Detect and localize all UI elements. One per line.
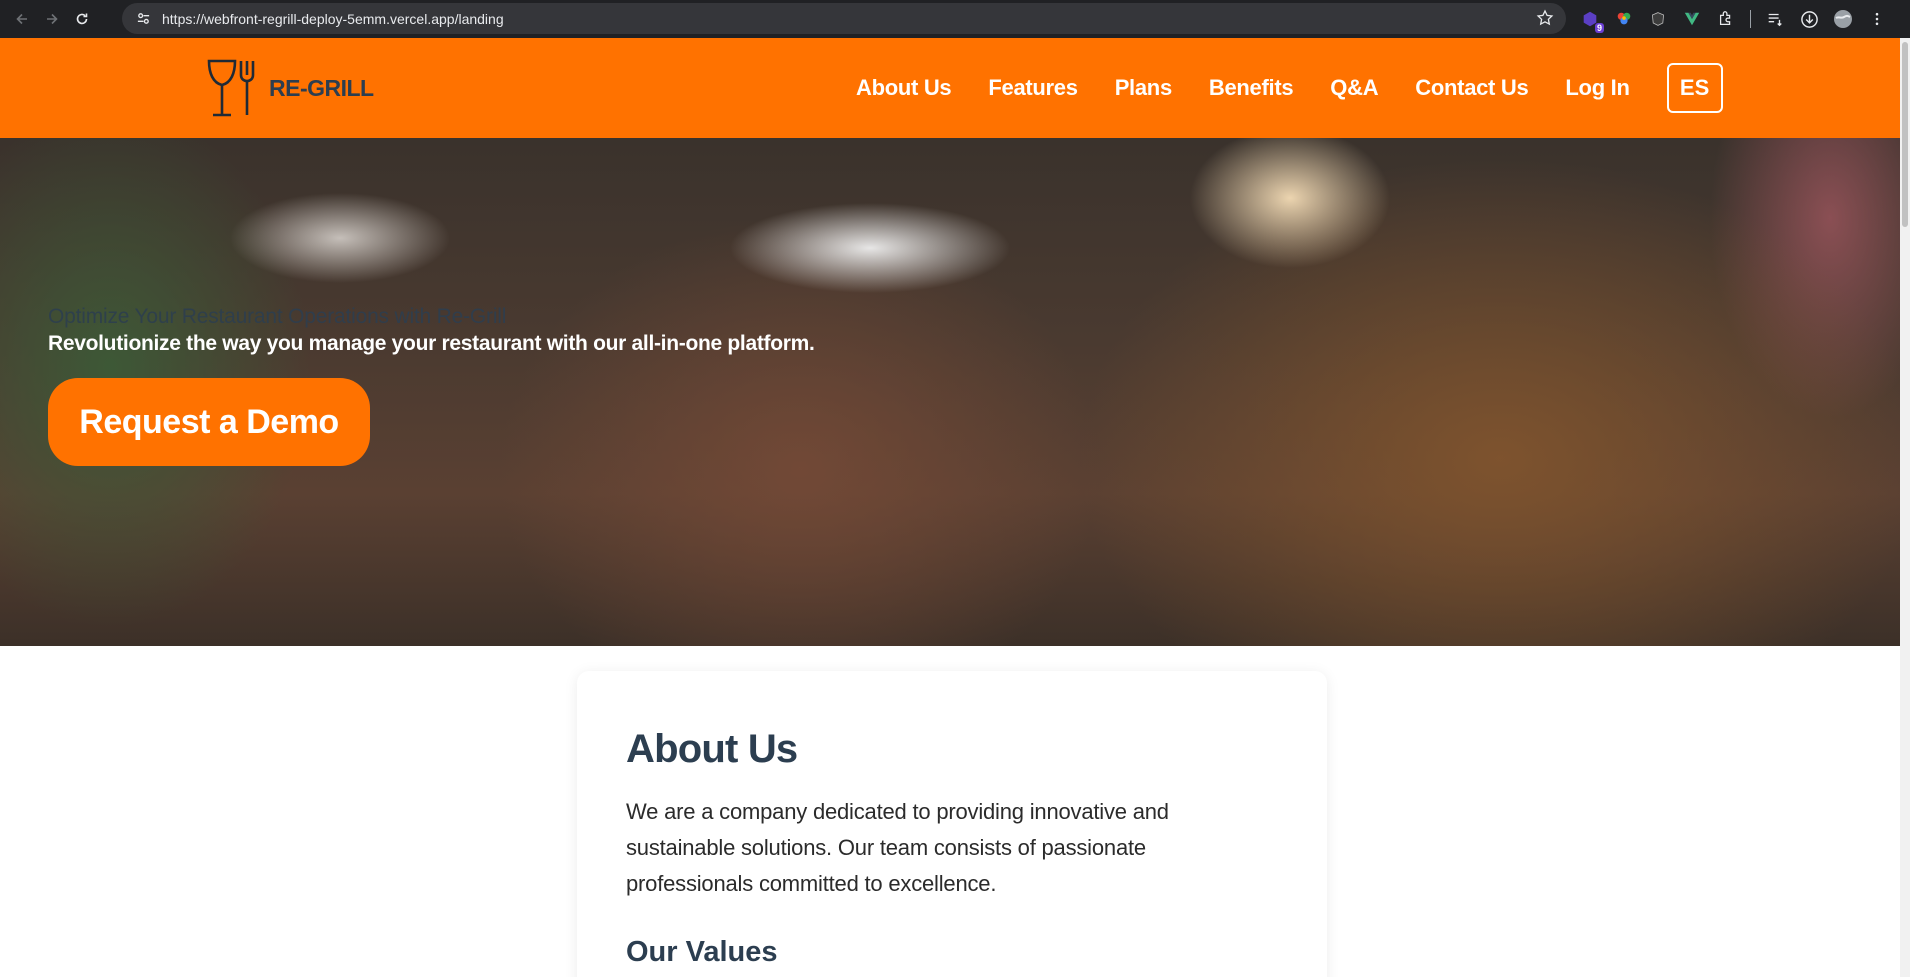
back-button[interactable] — [8, 5, 36, 33]
extensions-icon[interactable] — [1716, 9, 1736, 29]
scrollbar-thumb[interactable] — [1902, 42, 1908, 227]
extension-badge-count: 9 — [1594, 23, 1604, 33]
language-toggle-button[interactable]: ES — [1666, 63, 1723, 113]
url-text[interactable]: https://webfront-regrill-deploy-5emm.ver… — [162, 11, 504, 27]
angular-devtools-icon[interactable] — [1648, 9, 1668, 29]
brand-name: RE-GRILL — [269, 74, 374, 101]
back-icon — [16, 13, 27, 25]
request-demo-button[interactable]: Request a Demo — [48, 378, 370, 466]
site-settings-icon[interactable] — [134, 10, 152, 28]
main-nav: About Us Features Plans Benefits Q&A Con… — [856, 38, 1723, 138]
menu-icon[interactable] — [1867, 9, 1887, 29]
hero-content: Optimize Your Restaurant Operations with… — [48, 305, 815, 466]
extension-puzzle-badge-icon[interactable]: 9 — [1580, 9, 1604, 33]
about-us-card: About Us We are a company dedicated to p… — [577, 671, 1327, 977]
extensions-area: 9 — [1580, 0, 1887, 38]
nav-contact-us[interactable]: Contact Us — [1415, 75, 1528, 101]
forward-button[interactable] — [38, 5, 66, 33]
brand-logo[interactable]: RE-GRILL — [205, 57, 374, 119]
profile-icon[interactable] — [1833, 9, 1853, 29]
toolbar-separator — [1750, 10, 1751, 28]
address-bar[interactable]: https://webfront-regrill-deploy-5emm.ver… — [122, 3, 1566, 34]
about-title: About Us — [626, 727, 798, 771]
bookmark-star-icon[interactable] — [1536, 9, 1554, 27]
forward-icon — [47, 13, 58, 25]
browser-toolbar: https://webfront-regrill-deploy-5emm.ver… — [0, 0, 1910, 38]
reload-icon — [76, 13, 88, 25]
hero-section: Optimize Your Restaurant Operations with… — [0, 138, 1900, 646]
nav-plans[interactable]: Plans — [1115, 75, 1173, 101]
reload-button[interactable] — [68, 5, 96, 33]
page-scrollbar[interactable] — [1900, 38, 1910, 977]
downloads-icon[interactable] — [1799, 9, 1819, 29]
nav-about-us[interactable]: About Us — [856, 75, 952, 101]
nav-log-in[interactable]: Log In — [1565, 75, 1629, 101]
hero-subtitle: Revolutionize the way you manage your re… — [48, 332, 815, 355]
reading-list-icon[interactable] — [1765, 9, 1785, 29]
nav-qa[interactable]: Q&A — [1330, 75, 1378, 101]
site-header: RE-GRILL About Us Features Plans Benefit… — [0, 38, 1900, 138]
about-description: We are a company dedicated to providing … — [626, 799, 1169, 896]
values-title: Our Values — [626, 936, 778, 968]
nav-features[interactable]: Features — [988, 75, 1078, 101]
vue-devtools-icon[interactable] — [1682, 9, 1702, 29]
hero-title: Optimize Your Restaurant Operations with… — [48, 305, 507, 328]
nav-benefits[interactable]: Benefits — [1209, 75, 1294, 101]
fork-glass-logo-icon — [207, 59, 255, 117]
color-picker-extension-icon[interactable] — [1614, 9, 1634, 29]
